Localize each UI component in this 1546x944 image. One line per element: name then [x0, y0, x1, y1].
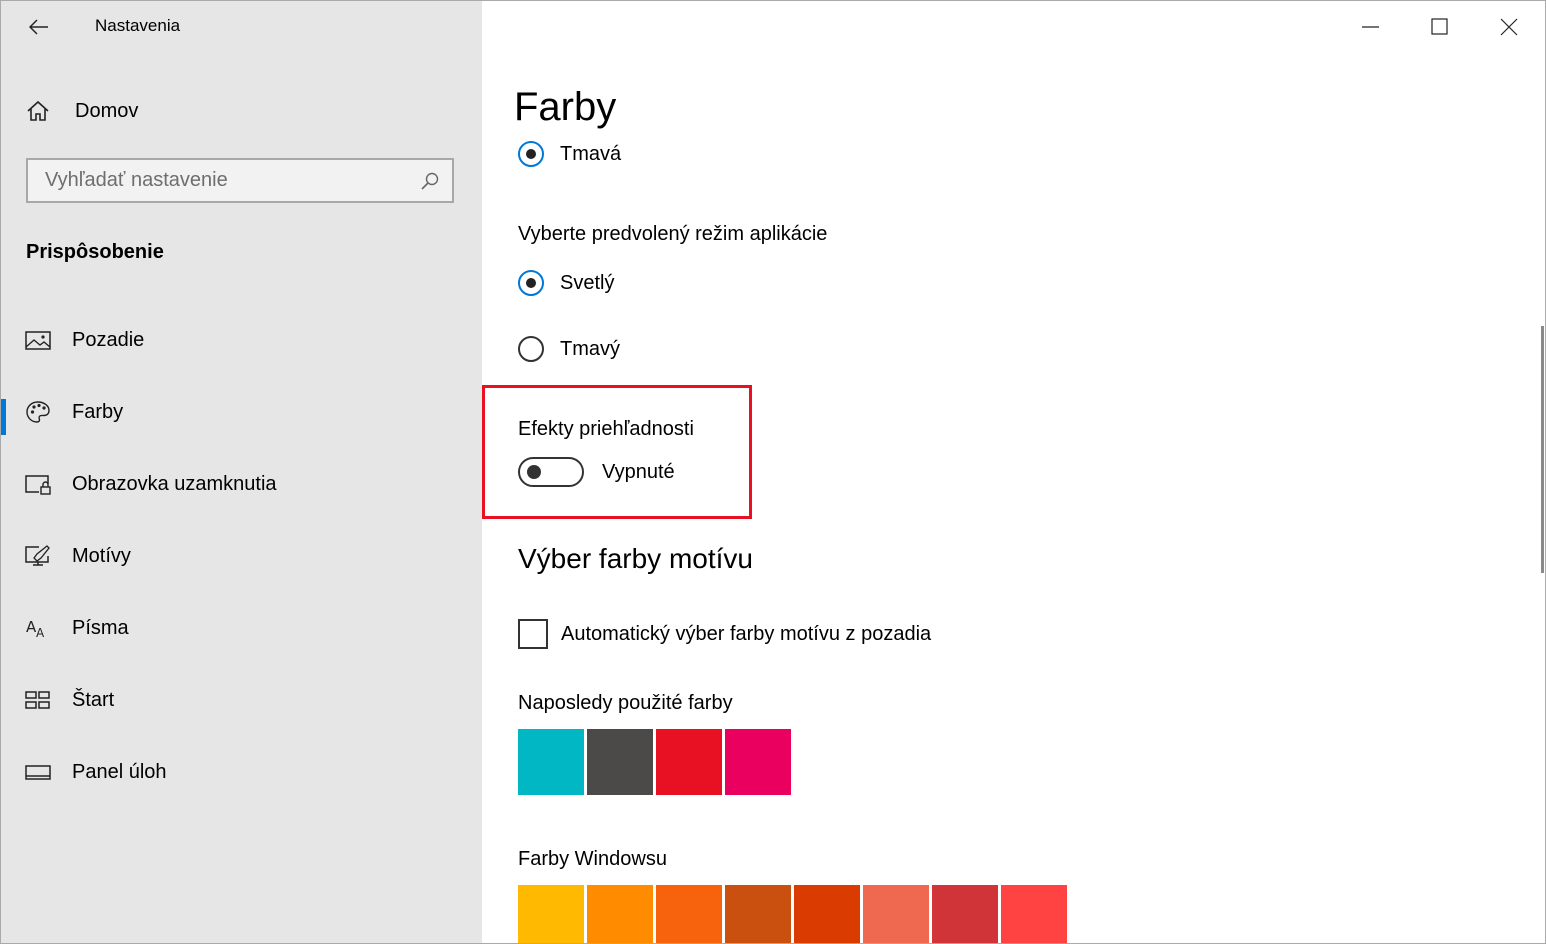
scrollbar-thumb[interactable]: [1541, 326, 1544, 573]
maximize-icon: [1431, 18, 1448, 35]
taskbar-icon: [25, 765, 51, 780]
sidebar-item-label: Písma: [72, 616, 129, 639]
back-button[interactable]: [19, 11, 59, 43]
minimize-icon: [1362, 26, 1379, 28]
radio-label: Svetlý: [560, 271, 615, 294]
search-icon[interactable]: [420, 171, 440, 191]
transparency-highlight-box: [482, 385, 752, 519]
lock-screen-icon: [25, 475, 51, 495]
color-swatch[interactable]: [725, 885, 791, 943]
color-swatch[interactable]: [794, 885, 860, 943]
sidebar-item-obrazovka-uzamknutia[interactable]: Obrazovka uzamknutia: [1, 458, 482, 510]
color-swatch[interactable]: [518, 885, 584, 943]
sidebar-item-pozadie[interactable]: Pozadie: [1, 314, 482, 366]
sidebar-item-label: Obrazovka uzamknutia: [72, 472, 277, 495]
sidebar-item-label: Farby: [72, 400, 124, 423]
accent-section-heading: Výber farby motívu: [518, 543, 753, 574]
app-mode-light-radio[interactable]: Svetlý: [518, 270, 614, 296]
close-button[interactable]: [1486, 7, 1532, 47]
back-arrow-icon: [29, 19, 48, 35]
sidebar-item-label: Pozadie: [72, 328, 145, 351]
fonts-icon: A A: [26, 618, 45, 640]
radio-indicator: [518, 270, 544, 296]
windows-colors-swatches: [518, 885, 1067, 943]
picture-icon: [25, 331, 51, 350]
color-swatch[interactable]: [518, 729, 584, 795]
section-title: Prispôsobenie: [26, 241, 164, 263]
themes-icon: [25, 545, 50, 566]
windows-mode-dark-radio[interactable]: Tmavá: [518, 141, 621, 167]
recent-colors-swatches: [518, 729, 791, 795]
svg-text:A: A: [36, 626, 45, 640]
sidebar-item-home[interactable]: Domov: [25, 93, 455, 129]
color-swatch[interactable]: [863, 885, 929, 943]
sidebar-item-pisma[interactable]: A A Písma: [1, 602, 482, 654]
home-icon: [27, 100, 49, 121]
palette-icon: [26, 401, 50, 423]
windows-colors-heading: Farby Windowsu: [518, 848, 667, 870]
maximize-button[interactable]: [1417, 7, 1463, 47]
app-title: Nastavenia: [95, 16, 181, 35]
color-swatch[interactable]: [587, 885, 653, 943]
app-mode-heading: Vyberte predvolený režim aplikácie: [518, 223, 828, 245]
app-mode-dark-radio[interactable]: Tmavý: [518, 336, 620, 362]
start-icon: [25, 691, 50, 709]
color-swatch[interactable]: [932, 885, 998, 943]
radio-indicator: [518, 141, 544, 167]
sidebar-item-motivy[interactable]: Motívy: [1, 530, 482, 582]
auto-accent-checkbox-row[interactable]: Automatický výber farby motívu z pozadia: [518, 619, 931, 649]
page-title: Farby: [514, 85, 617, 129]
radio-indicator: [518, 336, 544, 362]
color-swatch[interactable]: [725, 729, 791, 795]
sidebar-item-label: Štart: [72, 688, 115, 711]
sidebar-item-label: Motívy: [72, 544, 131, 567]
sidebar-item-start[interactable]: Štart: [1, 674, 482, 726]
search-input[interactable]: Vyhľadať nastavenie: [26, 158, 454, 203]
sidebar-item-farby[interactable]: Farby: [1, 386, 482, 438]
recent-colors-heading: Naposledy použité farby: [518, 692, 733, 714]
radio-label: Tmavá: [560, 142, 622, 165]
settings-window: Nastavenia Domov Vyhľadať nastavenie Pri…: [0, 0, 1546, 944]
auto-accent-checkbox[interactable]: [518, 619, 548, 649]
color-swatch[interactable]: [1001, 885, 1067, 943]
checkbox-label: Automatický výber farby motívu z pozadia: [561, 622, 932, 645]
color-swatch[interactable]: [587, 729, 653, 795]
close-icon: [1500, 18, 1518, 36]
search-placeholder: Vyhľadať nastavenie: [45, 169, 228, 191]
minimize-button[interactable]: [1348, 7, 1394, 47]
sidebar: Nastavenia Domov Vyhľadať nastavenie Pri…: [1, 1, 482, 943]
sidebar-item-label: Panel úloh: [72, 760, 167, 783]
home-label: Domov: [75, 99, 139, 122]
color-swatch[interactable]: [656, 885, 722, 943]
radio-label: Tmavý: [560, 337, 620, 360]
sidebar-item-panel-uloh[interactable]: Panel úloh: [1, 746, 482, 798]
color-swatch[interactable]: [656, 729, 722, 795]
